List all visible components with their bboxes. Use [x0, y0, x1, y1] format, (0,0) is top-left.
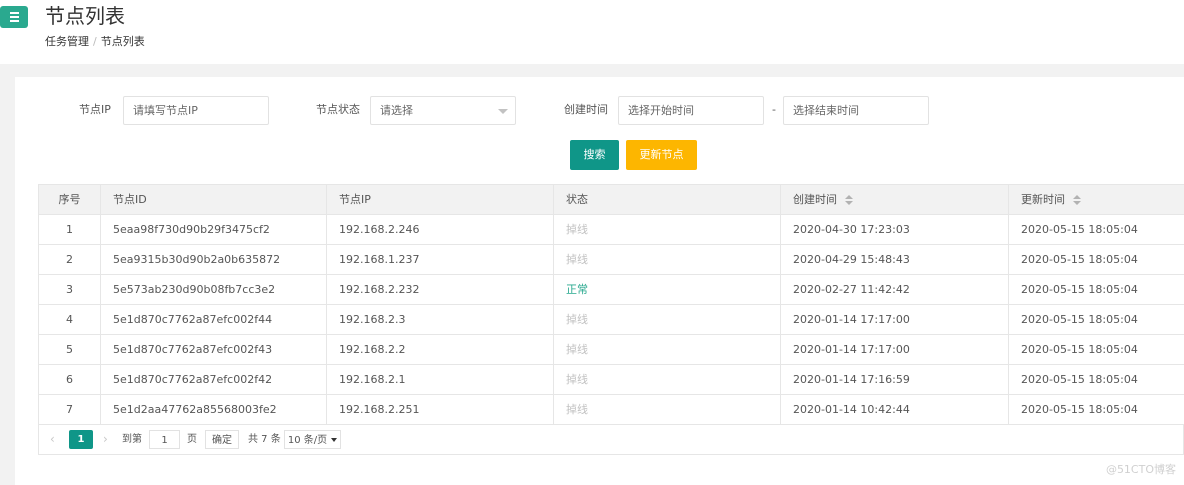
cell-node-id: 5e1d870c7762a87efc002f42: [101, 365, 327, 394]
node-table: 序号 节点ID 节点IP 状态 创建时间 更新时间 1 5eaa98f730d90…: [38, 184, 1184, 425]
column-header-status: 状态: [554, 185, 781, 214]
cell-updated-time: 2020-05-15 18:05:04: [1021, 253, 1138, 266]
cell-updated-time: 2020-05-15 18:05:04: [1021, 403, 1138, 416]
cell-node-id: 5e1d870c7762a87efc002f44: [101, 305, 327, 334]
cell-node-id: 5e1d2aa47762a85568003fe2: [101, 395, 327, 424]
menu-icon: [9, 12, 19, 22]
node-status-label: 节点状态: [316, 103, 360, 116]
column-header-updated[interactable]: 更新时间: [1009, 185, 1184, 214]
start-time-input[interactable]: 选择开始时间: [618, 96, 764, 125]
cell-status: 掉线: [554, 335, 781, 364]
cell-updated-time: 2020-05-15 18:05:04: [1021, 313, 1138, 326]
cell-status: 掉线: [554, 305, 781, 334]
cell-status: 掉线: [554, 245, 781, 274]
cell-index: 6: [39, 365, 101, 394]
total-count: 共 7 条: [248, 434, 281, 445]
cell-status: 掉线: [554, 215, 781, 244]
column-header-created-label: 创建时间: [793, 193, 837, 206]
cell-index: 3: [39, 275, 101, 304]
table-row[interactable]: 6 5e1d870c7762a87efc002f42 192.168.2.1 掉线 20…: [39, 365, 1184, 395]
cell-created-time: 2020-01-14 10:42:44: [781, 395, 1009, 424]
cell-created-time: 2020-01-14 17:16:59: [781, 365, 1009, 394]
cell-updated-time: 2020-05-15 18:05:04: [1021, 373, 1138, 386]
cell-node-ip: 192.168.2.246: [327, 215, 554, 244]
cell-created-time: 2020-02-27 11:42:42: [781, 275, 1009, 304]
page-title: 节点列表: [45, 4, 125, 28]
table-row[interactable]: 4 5e1d870c7762a87efc002f44 192.168.2.3 掉线 20…: [39, 305, 1184, 335]
table-header-row: 序号 节点ID 节点IP 状态 创建时间 更新时间: [39, 185, 1184, 215]
column-header-index: 序号: [39, 185, 101, 214]
cell-created-time: 2020-01-14 17:17:00: [781, 305, 1009, 334]
end-time-input[interactable]: 选择结束时间: [783, 96, 929, 125]
cell-index: 7: [39, 395, 101, 424]
column-header-created[interactable]: 创建时间: [781, 185, 1009, 214]
pagination: ‹ 1 › 到第 1 页 确定 共 7 条 10 条/页: [38, 424, 1184, 455]
range-separator: -: [772, 103, 776, 116]
table-row[interactable]: 7 5e1d2aa47762a85568003fe2 192.168.2.251 掉线…: [39, 395, 1184, 425]
cell-index: 1: [39, 215, 101, 244]
breadcrumb: 任务管理 / 节点列表: [45, 35, 145, 49]
table-row[interactable]: 5 5e1d870c7762a87efc002f43 192.168.2.2 掉线 20…: [39, 335, 1184, 365]
cell-status: 正常: [554, 275, 781, 304]
menu-toggle-button[interactable]: [0, 6, 28, 28]
cell-node-ip: 192.168.2.2: [327, 335, 554, 364]
table-row[interactable]: 3 5e573ab230d90b08fb7cc3e2 192.168.2.232 正常…: [39, 275, 1184, 305]
column-header-updated-label: 更新时间: [1021, 193, 1065, 206]
goto-label: 到第: [122, 434, 142, 445]
cell-updated-time: 2020-05-15 18:05:04: [1021, 223, 1138, 236]
created-time-label: 创建时间: [564, 103, 608, 116]
breadcrumb-item-task-management[interactable]: 任务管理: [45, 35, 89, 49]
cell-index: 2: [39, 245, 101, 274]
cell-node-ip: 192.168.1.237: [327, 245, 554, 274]
update-nodes-button[interactable]: 更新节点: [626, 140, 697, 170]
cell-created-time: 2020-04-30 17:23:03: [781, 215, 1009, 244]
breadcrumb-item-node-list: 节点列表: [100, 35, 145, 48]
cell-updated-time: 2020-05-15 18:05:04: [1021, 343, 1138, 356]
goto-page-input[interactable]: 1: [149, 430, 180, 449]
header: 节点列表 任务管理 / 节点列表: [0, 0, 1184, 64]
page-unit-label: 页: [187, 434, 197, 445]
page-size-select[interactable]: 10 条/页: [284, 430, 341, 449]
cell-node-id: 5eaa98f730d90b29f3475cf2: [101, 215, 327, 244]
cell-updated-time: 2020-05-15 18:05:04: [1021, 283, 1138, 296]
cell-index: 5: [39, 335, 101, 364]
breadcrumb-separator: /: [93, 35, 97, 48]
column-header-node-ip: 节点IP: [327, 185, 554, 214]
node-ip-label: 节点IP: [79, 103, 111, 116]
cell-node-ip: 192.168.2.232: [327, 275, 554, 304]
content-card: 节点IP 请填写节点IP 节点状态 请选择 创建时间 选择开始时间 - 选择结束…: [15, 77, 1184, 485]
cell-created-time: 2020-04-29 15:48:43: [781, 245, 1009, 274]
prev-page-icon[interactable]: ‹: [50, 432, 55, 446]
node-ip-input[interactable]: 请填写节点IP: [123, 96, 269, 125]
cell-created-time: 2020-01-14 17:17:00: [781, 335, 1009, 364]
watermark: @51CTO博客: [1105, 463, 1176, 476]
sort-icon[interactable]: [845, 195, 853, 205]
page-1-button[interactable]: 1: [69, 430, 93, 449]
page-size-value: 10 条/页: [287, 435, 328, 446]
next-page-icon[interactable]: ›: [103, 432, 108, 446]
table-row[interactable]: 1 5eaa98f730d90b29f3475cf2 192.168.2.246 掉线…: [39, 215, 1184, 245]
table-row[interactable]: 2 5ea9315b30d90b2a0b635872 192.168.1.237 掉线…: [39, 245, 1184, 275]
chevron-down-icon: [498, 109, 508, 114]
node-status-select[interactable]: 请选择: [370, 96, 516, 125]
cell-node-id: 5e573ab230d90b08fb7cc3e2: [101, 275, 327, 304]
node-status-value: 请选择: [380, 104, 413, 117]
column-header-node-id: 节点ID: [101, 185, 327, 214]
cell-status: 掉线: [554, 365, 781, 394]
goto-confirm-button[interactable]: 确定: [205, 430, 239, 449]
cell-status: 掉线: [554, 395, 781, 424]
sort-icon[interactable]: [1073, 195, 1081, 205]
cell-node-ip: 192.168.2.1: [327, 365, 554, 394]
cell-node-ip: 192.168.2.3: [327, 305, 554, 334]
search-button[interactable]: 搜索: [570, 140, 619, 170]
cell-node-ip: 192.168.2.251: [327, 395, 554, 424]
cell-node-id: 5ea9315b30d90b2a0b635872: [101, 245, 327, 274]
cell-index: 4: [39, 305, 101, 334]
cell-node-id: 5e1d870c7762a87efc002f43: [101, 335, 327, 364]
caret-down-icon: [331, 438, 338, 442]
table-body: 1 5eaa98f730d90b29f3475cf2 192.168.2.246 掉线…: [39, 215, 1184, 425]
